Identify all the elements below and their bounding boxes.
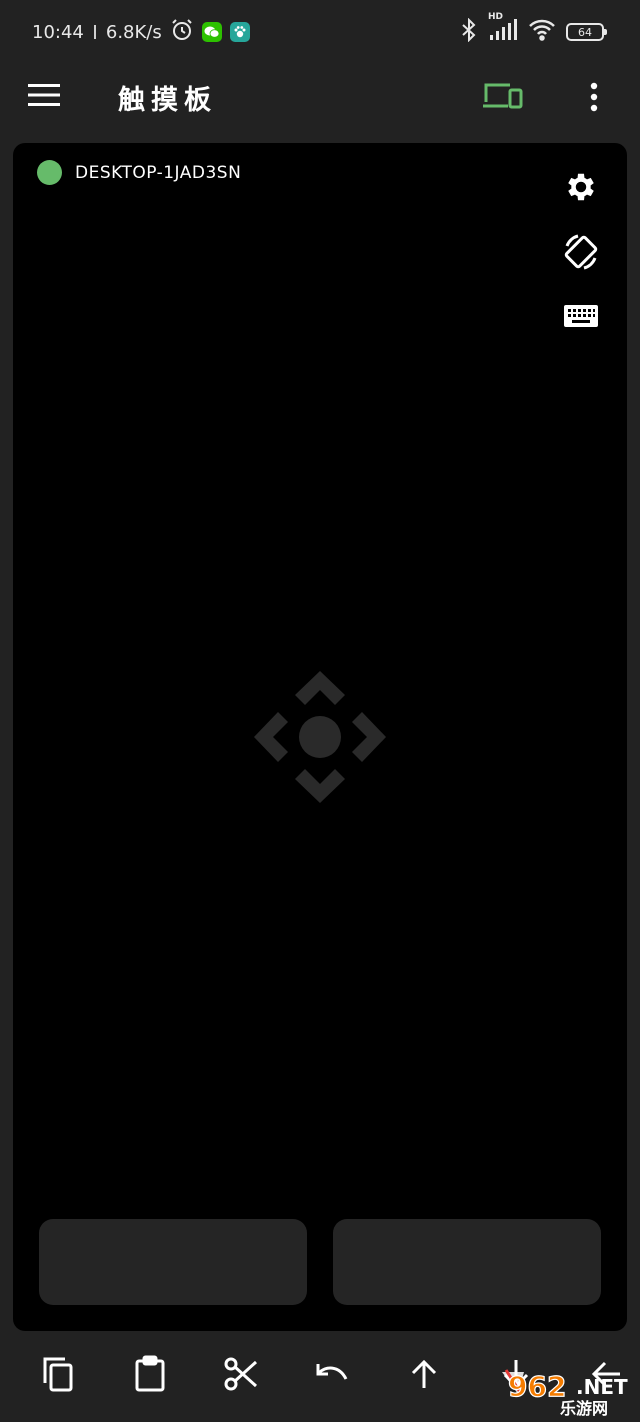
paw-app-icon [229, 22, 250, 42]
watermark-brand: 962 [508, 1370, 566, 1403]
arrow-up-icon [409, 1358, 439, 1394]
app-bar: 触摸板 [0, 64, 640, 132]
wifi-icon [528, 18, 556, 46]
device-name: DESKTOP-1JAD3SN [75, 162, 242, 183]
watermark-text: 乐游网 [560, 1399, 608, 1418]
status-right: HD 64 [460, 12, 607, 46]
alarm-icon [170, 18, 194, 47]
hd-label: HD [488, 12, 504, 22]
devices-icon [482, 83, 524, 116]
undo-icon [314, 1359, 350, 1393]
devices-button[interactable] [482, 80, 526, 116]
status-time: 10:44 [32, 21, 84, 43]
move-cursor-icon [250, 667, 390, 807]
arrow-up-button[interactable] [402, 1354, 446, 1398]
status-bar: 10:44 6.8K/s HD 64 [0, 0, 640, 64]
page-title: 触摸板 [118, 85, 217, 116]
connection-status: DESKTOP-1JAD3SN [37, 160, 241, 185]
site-watermark: 962 .NET 乐游网 [498, 1364, 636, 1418]
settings-button[interactable] [561, 169, 601, 209]
more-vert-icon [580, 82, 608, 118]
gear-icon [563, 169, 599, 209]
watermark-suffix: .NET [576, 1375, 628, 1399]
touchpad-area[interactable]: DESKTOP-1JAD3SN [13, 143, 627, 1331]
undo-button[interactable] [310, 1354, 354, 1398]
hamburger-icon [28, 84, 60, 112]
copy-button[interactable] [36, 1354, 80, 1398]
more-options-button[interactable] [580, 80, 608, 116]
keyboard-icon [564, 303, 598, 333]
menu-button[interactable] [28, 82, 64, 114]
cut-button[interactable] [219, 1354, 263, 1398]
battery-level: 64 [578, 25, 592, 39]
battery-icon: 64 [566, 23, 607, 41]
status-net-speed: 6.8K/s [105, 21, 162, 43]
right-click-button[interactable] [333, 1219, 601, 1305]
status-divider [93, 25, 96, 39]
wechat-icon [201, 22, 222, 42]
keyboard-button[interactable] [561, 298, 601, 338]
paste-button[interactable] [128, 1354, 172, 1398]
bluetooth-icon [460, 17, 478, 46]
cut-icon [223, 1356, 259, 1396]
connection-indicator [37, 160, 62, 185]
signal-icon: HD [488, 12, 518, 46]
status-left: 10:44 6.8K/s [32, 18, 250, 46]
left-click-button[interactable] [39, 1219, 307, 1305]
screen-rotation-icon [561, 232, 601, 276]
copy-icon [41, 1355, 75, 1397]
paste-icon [134, 1355, 166, 1397]
rotate-screen-button[interactable] [561, 234, 601, 274]
